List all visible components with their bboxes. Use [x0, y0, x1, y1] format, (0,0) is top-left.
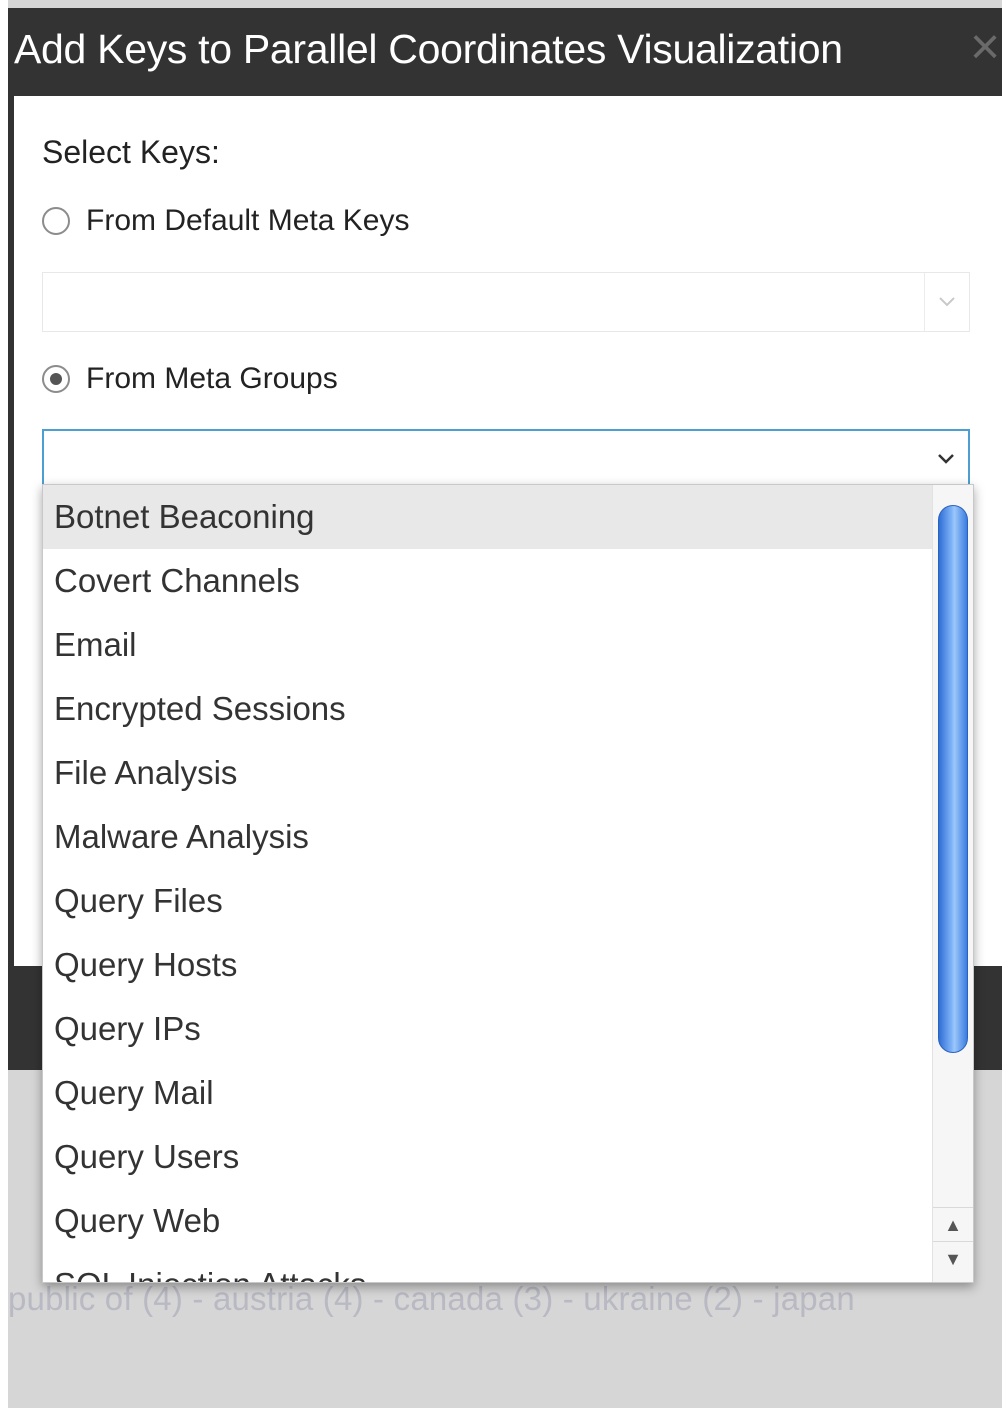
- dialog-titlebar: Add Keys to Parallel Coordinates Visuali…: [8, 8, 1002, 96]
- background-text: public of (4) - austria (4) - canada (3)…: [8, 1280, 855, 1317]
- dropdown-option[interactable]: SQL Injection Attacks: [43, 1253, 933, 1282]
- select-keys-label: Select Keys:: [42, 134, 220, 170]
- meta-groups-option[interactable]: From Meta Groups: [42, 362, 338, 396]
- meta-groups-label: From Meta Groups: [86, 362, 338, 395]
- default-meta-keys-radio[interactable]: [42, 207, 70, 235]
- chevron-down-icon: [924, 273, 969, 331]
- arrow-up-icon[interactable]: ▲: [933, 1207, 973, 1242]
- default-meta-keys-option[interactable]: From Default Meta Keys: [42, 204, 409, 238]
- dropdown-option[interactable]: Query Hosts: [43, 933, 933, 997]
- dropdown-option[interactable]: Botnet Beaconing: [43, 485, 933, 549]
- dropdown-option[interactable]: Email: [43, 613, 933, 677]
- meta-groups-dropdown-list[interactable]: Botnet Beaconing Covert Channels Email E…: [42, 484, 974, 1283]
- chevron-down-icon: [924, 431, 968, 487]
- default-meta-keys-select[interactable]: [42, 272, 970, 332]
- dialog-title: Add Keys to Parallel Coordinates Visuali…: [14, 26, 843, 72]
- dropdown-option[interactable]: Query Web: [43, 1189, 933, 1253]
- dropdown-scrollbar[interactable]: ▲ ▼: [932, 485, 973, 1282]
- dropdown-option[interactable]: Encrypted Sessions: [43, 677, 933, 741]
- default-meta-keys-label: From Default Meta Keys: [86, 204, 410, 237]
- scrollbar-thumb[interactable]: [938, 505, 968, 1053]
- meta-groups-select[interactable]: [42, 429, 970, 489]
- dropdown-option[interactable]: Query Files: [43, 869, 933, 933]
- close-icon[interactable]: ×: [962, 21, 1002, 73]
- meta-groups-radio[interactable]: [42, 365, 70, 393]
- dropdown-option[interactable]: Covert Channels: [43, 549, 933, 613]
- dropdown-option[interactable]: Malware Analysis: [43, 805, 933, 869]
- dropdown-option[interactable]: Query Mail: [43, 1061, 933, 1125]
- dropdown-option[interactable]: Query Users: [43, 1125, 933, 1189]
- arrow-down-icon[interactable]: ▼: [933, 1241, 973, 1276]
- dropdown-option[interactable]: File Analysis: [43, 741, 933, 805]
- dropdown-option[interactable]: Query IPs: [43, 997, 933, 1061]
